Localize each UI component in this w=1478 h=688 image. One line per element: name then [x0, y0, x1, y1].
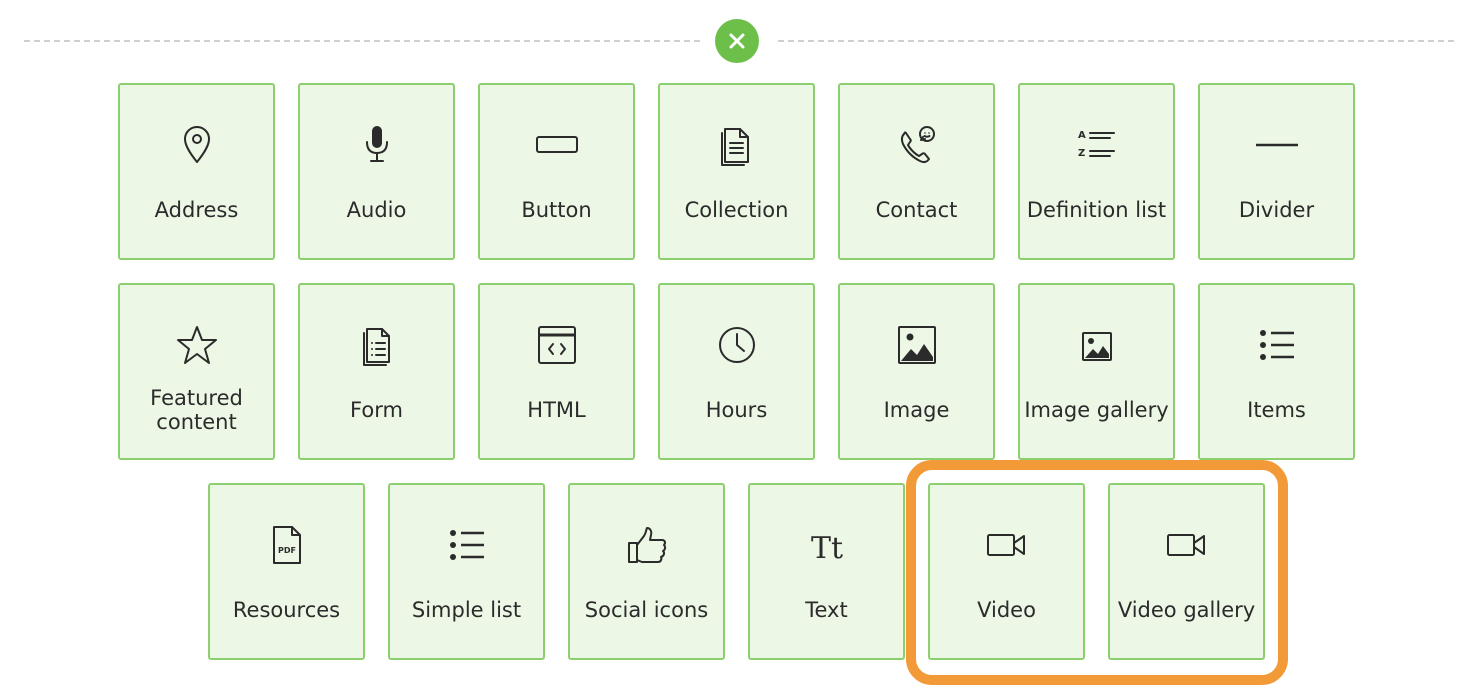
image-icon	[840, 323, 993, 367]
block-tile-resources[interactable]: PDF Resources	[208, 483, 365, 660]
block-tile-button[interactable]: Button	[478, 83, 635, 260]
block-tile-label: Audio	[346, 198, 407, 222]
block-tile-video-gallery[interactable]: Video gallery	[1108, 483, 1265, 660]
block-tile-label: Button	[521, 198, 592, 222]
block-tile-label: Video	[977, 598, 1036, 622]
block-tile-address[interactable]: Address	[118, 83, 275, 260]
video-camera-icon	[930, 523, 1083, 567]
block-tile-contact[interactable]: Contact	[838, 83, 995, 260]
microphone-icon	[300, 123, 453, 167]
video-camera-icon	[1110, 523, 1263, 567]
button-icon	[480, 123, 633, 167]
block-tile-label: Simple list	[411, 598, 522, 622]
block-tile-label: Image	[883, 398, 950, 422]
bullet-list-icon	[390, 523, 543, 567]
close-icon	[729, 33, 745, 49]
star-icon	[120, 323, 273, 367]
block-tile-label: Collection	[684, 198, 789, 222]
block-row-2: Featured content Form HTML Hours Image Image …	[0, 283, 1478, 463]
block-tile-hours[interactable]: Hours	[658, 283, 815, 460]
block-tile-label: Divider	[1238, 198, 1315, 222]
block-tile-simple-list[interactable]: Simple list	[388, 483, 545, 660]
block-tile-label: Address	[154, 198, 239, 222]
svg-text:PDF: PDF	[278, 546, 296, 555]
svg-text:Z: Z	[1078, 148, 1085, 159]
block-tile-label: Items	[1247, 398, 1306, 422]
phone-chat-icon	[840, 123, 993, 167]
block-tile-divider[interactable]: Divider	[1198, 83, 1355, 260]
block-tile-collection[interactable]: Collection	[658, 83, 815, 260]
bullet-list-icon	[1200, 323, 1353, 367]
documents-icon	[660, 123, 813, 167]
block-tile-label: Social icons	[584, 598, 709, 622]
close-button[interactable]	[715, 19, 759, 63]
svg-text:Tt: Tt	[810, 531, 842, 566]
block-tile-html[interactable]: HTML	[478, 283, 635, 460]
az-list-icon: AZ	[1020, 123, 1173, 167]
block-tile-featured-content[interactable]: Featured content	[118, 283, 275, 460]
pdf-file-icon: PDF	[210, 523, 363, 567]
block-tile-label: Featured content	[150, 386, 243, 434]
svg-text:A: A	[1078, 130, 1086, 141]
form-document-icon	[300, 323, 453, 367]
block-tile-video[interactable]: Video	[928, 483, 1085, 660]
block-tile-label: Image gallery	[1024, 398, 1169, 422]
block-tile-label: HTML	[527, 398, 586, 422]
block-tile-label: Video gallery	[1117, 598, 1256, 622]
dashed-divider-right	[778, 40, 1454, 42]
block-tile-form[interactable]: Form	[298, 283, 455, 460]
block-tile-label: Contact	[875, 198, 958, 222]
block-tile-image[interactable]: Image	[838, 283, 995, 460]
block-tile-label: Form	[350, 398, 403, 422]
text-icon: Tt	[750, 523, 903, 567]
block-row-1: Address Audio Button Collection Contact A Z Def…	[0, 83, 1478, 263]
dashed-divider-left	[24, 40, 700, 42]
block-tile-label: Hours	[705, 398, 768, 422]
clock-icon	[660, 323, 813, 367]
map-pin-icon	[120, 123, 273, 167]
image-gallery-icon	[1020, 323, 1173, 367]
block-tile-audio[interactable]: Audio	[298, 83, 455, 260]
block-row-3: PDF Resources Simple list Social icons Tt Tex…	[0, 483, 1478, 663]
thumbs-up-icon	[570, 523, 723, 567]
horizontal-rule-icon	[1200, 123, 1353, 167]
block-tile-label: Text	[805, 598, 848, 622]
code-window-icon	[480, 323, 633, 367]
block-tile-items[interactable]: Items	[1198, 283, 1355, 460]
block-tile-label: Definition list	[1026, 198, 1167, 222]
block-tile-label: Resources	[232, 598, 341, 622]
block-tile-text[interactable]: Tt Text	[748, 483, 905, 660]
block-tile-definition-list[interactable]: A Z Definition list	[1018, 83, 1175, 260]
block-tile-social-icons[interactable]: Social icons	[568, 483, 725, 660]
block-tile-image-gallery[interactable]: Image gallery	[1018, 283, 1175, 460]
